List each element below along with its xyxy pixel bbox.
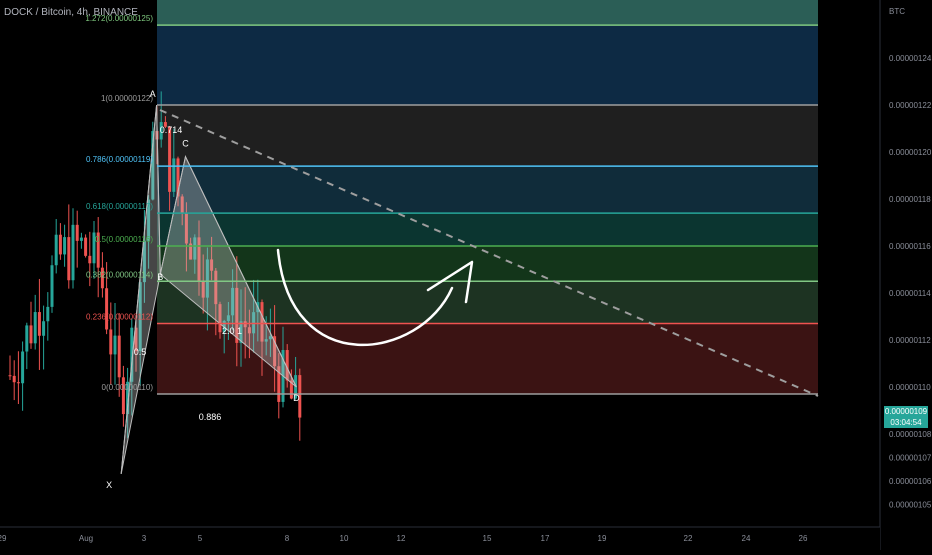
price-tick-label: 0.00000106: [889, 477, 932, 486]
candle-body: [117, 335, 121, 378]
candle-body: [8, 375, 12, 377]
candle-body: [12, 375, 16, 383]
time-tick-label: 5: [198, 534, 203, 543]
price-axis-bg: [880, 0, 932, 550]
candle-body: [63, 237, 67, 255]
time-tick-label: 19: [598, 534, 607, 543]
price-tick-label: 0.00000118: [889, 195, 931, 204]
pattern-point-label: B: [157, 272, 163, 282]
fib-label: 0(0.00000110): [102, 383, 154, 392]
price-tick-label: 0.00000122: [889, 101, 932, 110]
fib-band: [157, 213, 818, 246]
fib-band: [157, 25, 818, 106]
time-tick-label: 3: [142, 534, 147, 543]
price-tick-label: 0.00000124: [889, 54, 932, 63]
price-tick-label: 0.00000107: [889, 454, 932, 463]
candle-body: [16, 382, 20, 384]
time-tick-label: 24: [742, 534, 751, 543]
candle-body: [25, 325, 29, 352]
candle-body: [42, 321, 46, 336]
candle-body: [172, 158, 176, 192]
candle-body: [46, 306, 50, 322]
ratio-label: 0.886: [199, 412, 222, 422]
chart-title: DOCK / Bitcoin, 4h, BINANCE: [4, 7, 138, 18]
time-tick-label: 26: [799, 534, 808, 543]
candle-body: [79, 237, 83, 241]
candle-body: [21, 351, 25, 384]
current-price-tag: 0.00000109: [884, 406, 928, 417]
chart-root[interactable]: 1.272(0.00000125) 1(0.00000122) 0.786(0.00…: [0, 0, 932, 550]
currency-label: BTC: [889, 7, 905, 16]
candle-body: [67, 237, 71, 281]
candle-body: [84, 237, 88, 256]
chart-svg[interactable]: 1.272(0.00000125)1(0.00000122)0.786(0.00…: [0, 0, 932, 550]
pattern-point-label: D: [293, 393, 300, 403]
fib-label: 0.236(0.00000112): [86, 313, 153, 322]
candle-body: [109, 329, 113, 355]
ratio-label: 0.714: [160, 125, 183, 135]
fib-label: 1(0.00000122): [101, 94, 153, 103]
price-tick-label: 0.00000120: [889, 148, 932, 157]
price-tick-label: 0.00000112: [889, 336, 931, 345]
fib-label: 0.618(0.00000117): [86, 202, 153, 211]
ratio-label: 2.0 1: [222, 326, 242, 336]
time-tick-label: 15: [483, 534, 492, 543]
price-tick-label: 0.00000105: [889, 501, 932, 510]
candle-body: [37, 312, 41, 336]
candle-body: [71, 224, 75, 281]
time-tick-label: 22: [684, 534, 693, 543]
candle-body: [33, 312, 37, 344]
candle-body: [29, 325, 33, 344]
time-tick-label: 17: [541, 534, 550, 543]
time-tick-label: 8: [285, 534, 290, 543]
countdown-tag: 03:04:54: [884, 417, 928, 428]
fib-label: 0.786(0.00000119): [86, 155, 153, 164]
time-tick-label: Aug: [79, 534, 93, 543]
fib-band: [157, 166, 818, 214]
price-tick-label: 0.00000114: [889, 289, 931, 298]
fib-band: [157, 105, 818, 167]
ratio-label: 0.5: [134, 347, 147, 357]
fib-label: 0.382(0.00000114): [86, 270, 153, 279]
time-tick-label: 10: [340, 534, 349, 543]
candle-body: [58, 234, 62, 255]
fib-label: 0.5(0.00000116): [95, 235, 153, 244]
fib-band-top: [157, 0, 818, 26]
candle-body: [105, 288, 109, 330]
time-tick-label: 12: [397, 534, 406, 543]
candle-body: [113, 335, 117, 355]
time-tick-label: 29: [0, 534, 7, 543]
candle-body: [50, 265, 54, 307]
price-tick-label: 0.00000110: [889, 383, 931, 392]
pattern-point-label: C: [182, 139, 189, 149]
candle-body: [168, 126, 172, 192]
candle-body: [75, 224, 79, 241]
price-tick-label: 0.00000116: [889, 242, 931, 251]
price-tick-label: 0.00000108: [889, 430, 932, 439]
pattern-point-label: A: [150, 89, 156, 99]
pattern-point-label: X: [106, 480, 112, 490]
candle-body: [88, 255, 92, 264]
candle-body: [54, 234, 58, 266]
